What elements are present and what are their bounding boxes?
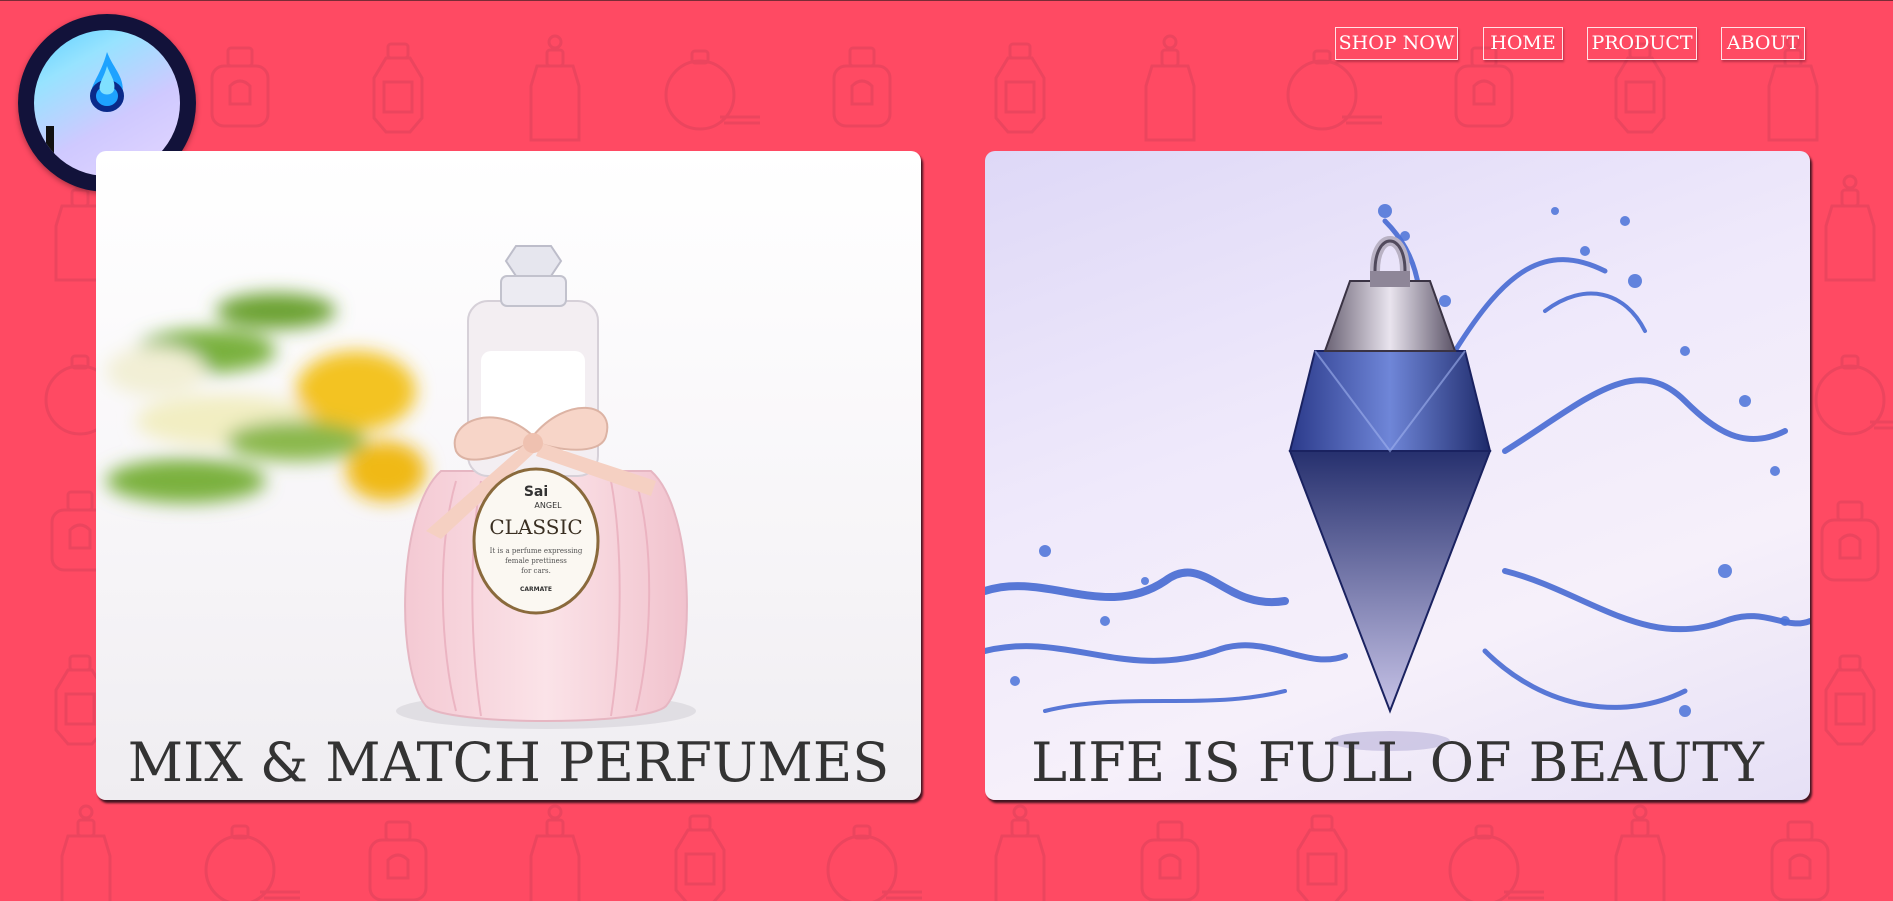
bottle-label-tagline-3: for cars.: [521, 567, 551, 575]
blue-perfume-splash-image: [985, 204, 1810, 751]
bottle-label-tagline-2: female prettiness: [505, 557, 567, 565]
product-card-mix-match[interactable]: Sai ANGEL CLASSIC It is a perfume expres…: [96, 151, 921, 800]
bottle-label-sub-brand: ANGEL: [534, 501, 562, 510]
bottle-label-brand: Sai: [524, 484, 548, 500]
product-card-beauty[interactable]: LIFE IS FULL OF BEAUTY: [985, 151, 1810, 800]
bottle-label-tagline-1: It is a perfume expressing: [490, 547, 583, 555]
bottle-label-maker: CARMATE: [520, 586, 552, 593]
pink-perfume-image: Sai ANGEL CLASSIC It is a perfume expres…: [106, 245, 696, 729]
top-border: [0, 0, 1893, 1]
card-caption: LIFE IS FULL OF BEAUTY: [1031, 731, 1764, 794]
nav-about-button[interactable]: ABOUT: [1721, 27, 1805, 60]
nav-shop-now-button[interactable]: SHOP NOW: [1335, 27, 1458, 60]
card-caption: MIX & MATCH PERFUMES: [127, 731, 890, 794]
bottle-label-name: CLASSIC: [489, 515, 582, 539]
nav-home-button[interactable]: HOME: [1483, 27, 1563, 60]
nav-product-button[interactable]: PRODUCT: [1587, 27, 1697, 60]
